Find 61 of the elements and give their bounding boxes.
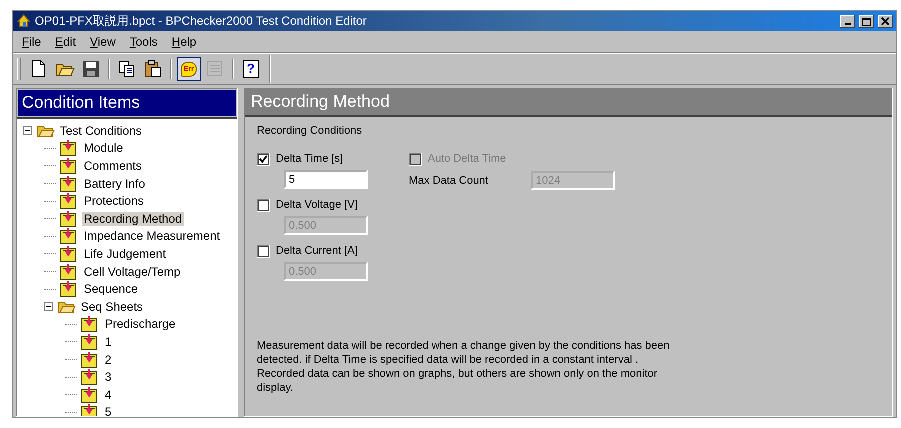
sheet-icon <box>80 315 100 334</box>
input-field[interactable]: 5 <box>284 170 368 189</box>
collapse-toggle[interactable] <box>23 126 32 136</box>
tree-item[interactable]: Protections <box>82 194 146 208</box>
tree-item[interactable]: Impedance Measurement <box>82 229 222 244</box>
tree-item[interactable]: Comments <box>82 158 144 173</box>
tree-item[interactable]: 2 <box>103 352 114 367</box>
pane-title: Condition Items <box>17 89 237 117</box>
sheet-icon <box>59 156 79 175</box>
tree-item[interactable]: 1 <box>103 334 114 349</box>
close-button[interactable] <box>878 14 893 28</box>
tree-item[interactable]: 5 <box>103 405 114 416</box>
menu-item[interactable]: Help <box>164 34 204 48</box>
maximize-icon <box>861 16 872 26</box>
sheet-icon <box>59 210 79 228</box>
tree-item[interactable]: 3 <box>103 370 114 384</box>
sheet-icon <box>80 350 100 369</box>
tree-item[interactable]: Battery Info <box>82 176 148 191</box>
folder-icon <box>58 300 76 314</box>
minimize-button[interactable] <box>840 14 855 28</box>
tree-item[interactable]: Life Judgement <box>82 246 168 261</box>
menu-item[interactable]: File <box>15 34 48 48</box>
sheet-icon <box>59 192 79 210</box>
sheet-icon <box>80 386 100 404</box>
menu-item[interactable]: View <box>83 34 123 48</box>
check-icon <box>259 154 268 164</box>
tree-item[interactable]: Seq Sheets <box>79 300 146 314</box>
checkbox[interactable]: Delta Time [s] <box>257 151 377 167</box>
list-icon <box>205 59 225 79</box>
tree-item[interactable]: Predischarge <box>103 317 178 332</box>
panel-title: Recording Method <box>245 89 892 117</box>
minimize-icon <box>844 23 850 25</box>
sheet-icon <box>59 244 79 263</box>
sheet-icon <box>80 332 100 351</box>
tree-item[interactable]: Cell Voltage/Temp <box>82 264 183 279</box>
field-label: Max Data Count <box>409 174 490 186</box>
menu-item[interactable]: Tools <box>122 34 165 48</box>
description-text: Recorded data can be shown on graphs, but others are shown only on the monitor display. <box>257 367 659 395</box>
copy-icon <box>117 59 137 79</box>
sheet-icon <box>59 280 79 298</box>
sheet-icon <box>80 368 100 386</box>
folder-icon <box>37 124 55 138</box>
tree-item[interactable]: Recording Method <box>82 212 184 226</box>
app-icon <box>16 13 32 29</box>
description-text: Measurement data will be recorded when a change given by the conditions has been detected. if Delta Time is specified data will be recorded in a constant interval . <box>257 339 671 367</box>
sheet-icon <box>59 174 79 193</box>
sheet-icon <box>59 262 79 281</box>
sheet-icon <box>80 403 100 416</box>
tree-item[interactable]: Sequence <box>82 282 140 296</box>
menu-item[interactable]: Edit <box>48 34 84 48</box>
sheet-icon <box>59 227 79 246</box>
maximize-button[interactable] <box>859 14 874 28</box>
tree-item[interactable]: 4 <box>103 388 114 402</box>
section-label: Recording Conditions <box>257 125 364 137</box>
close-icon <box>880 16 891 26</box>
collapse-toggle[interactable] <box>44 302 53 312</box>
window-title: OP01-PFX取説用.bpct - BPChecker2000 Test Condition Editor <box>35 12 368 30</box>
sheet-icon <box>59 139 79 158</box>
clipboard-icon <box>143 59 163 79</box>
tree-item[interactable]: Test Conditions <box>58 124 144 138</box>
tree-item[interactable]: Module <box>82 141 126 156</box>
